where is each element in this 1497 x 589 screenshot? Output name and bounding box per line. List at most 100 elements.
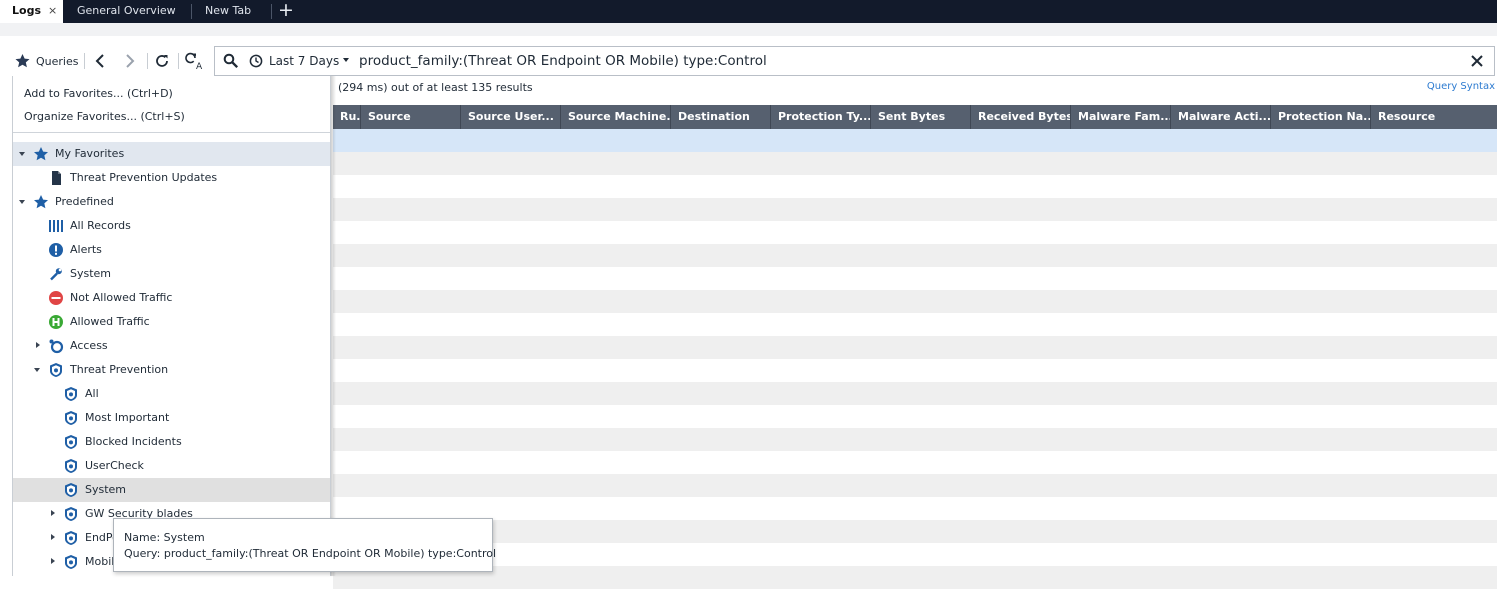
shield-icon <box>63 506 79 522</box>
tree-item[interactable]: UserCheck <box>13 454 330 478</box>
tree-item[interactable]: My Favorites <box>13 142 330 166</box>
column-header[interactable]: Protection Na... <box>1271 105 1371 129</box>
table-row[interactable] <box>333 175 1497 198</box>
collapse-arrow-icon[interactable] <box>18 190 28 214</box>
results-summary: (294 ms) out of at least 135 results <box>338 81 533 94</box>
tree-item-label: Most Important <box>85 411 170 424</box>
tree-item[interactable]: System <box>13 478 330 502</box>
refresh-button[interactable] <box>150 46 174 76</box>
collapse-arrow-icon[interactable] <box>18 142 28 166</box>
table-row[interactable] <box>333 474 1497 497</box>
table-row[interactable] <box>333 566 1497 589</box>
tree-item[interactable]: Access <box>13 334 330 358</box>
column-header[interactable]: Source <box>361 105 461 129</box>
tree-item[interactable]: Most Important <box>13 406 330 430</box>
tree-item[interactable]: Not Allowed Traffic <box>13 286 330 310</box>
tree-item[interactable]: System <box>13 262 330 286</box>
forward-button[interactable] <box>118 46 142 76</box>
table-row[interactable] <box>333 313 1497 336</box>
column-header[interactable]: Malware Acti... <box>1171 105 1271 129</box>
toolbar-separator <box>178 53 179 69</box>
tooltip-name: Name: System <box>124 531 205 544</box>
tab-separator <box>271 4 272 19</box>
wrench-icon <box>48 266 64 282</box>
add-tab-icon[interactable]: + <box>277 0 295 23</box>
triangle-icon <box>51 558 55 564</box>
table-row[interactable] <box>333 382 1497 405</box>
grid-body <box>333 129 1497 589</box>
tree-item[interactable]: Predefined <box>13 190 330 214</box>
tree-item[interactable]: Allowed Traffic <box>13 310 330 334</box>
tree-item-label: All <box>85 387 99 400</box>
queries-label: Queries <box>36 54 79 68</box>
tab-general-overview-label: General Overview <box>77 4 176 17</box>
tab-logs-label: Logs <box>12 4 41 17</box>
table-row[interactable] <box>333 359 1497 382</box>
tree-item[interactable]: Threat Prevention <box>13 358 330 382</box>
query-syntax-link[interactable]: Query Syntax <box>1427 81 1495 92</box>
queries-button[interactable]: Queries <box>14 46 80 76</box>
table-row[interactable] <box>333 520 1497 543</box>
shield-icon <box>63 482 79 498</box>
organize-favorites-item[interactable]: Organize Favorites... (Ctrl+S) <box>24 110 185 123</box>
column-header[interactable]: Ru... <box>333 105 361 129</box>
back-button[interactable] <box>88 46 112 76</box>
search-icon[interactable] <box>223 53 239 69</box>
back-icon <box>95 54 104 68</box>
clear-icon[interactable] <box>1468 52 1486 70</box>
table-row[interactable] <box>333 152 1497 175</box>
shield-icon <box>63 386 79 402</box>
shield-icon <box>63 530 79 546</box>
tree-item-label: Blocked Incidents <box>85 435 182 448</box>
table-row[interactable] <box>333 497 1497 520</box>
query-search-bar[interactable]: Last 7 Days product_family:(Threat OR En… <box>214 46 1495 76</box>
table-row[interactable] <box>333 405 1497 428</box>
tree-item-label: Predefined <box>55 195 114 208</box>
query-tooltip: Name: System Query: product_family:(Thre… <box>113 518 496 572</box>
table-row[interactable] <box>333 244 1497 267</box>
tab-content-strip <box>0 23 1497 36</box>
tree-item-label: Not Allowed Traffic <box>70 291 173 304</box>
query-format-icon: A <box>185 52 203 70</box>
collapse-arrow-icon[interactable] <box>33 358 43 382</box>
column-header[interactable]: Source User... <box>461 105 561 129</box>
tab-close-icon[interactable]: × <box>48 0 57 22</box>
tree-item-label: All Records <box>70 219 131 232</box>
tree-item[interactable]: All Records <box>13 214 330 238</box>
column-header[interactable]: Sent Bytes <box>871 105 971 129</box>
refresh-icon <box>156 55 168 67</box>
column-header[interactable]: Source Machine... <box>561 105 671 129</box>
table-row[interactable] <box>333 290 1497 313</box>
toolbar-separator <box>147 53 148 69</box>
tab-general-overview[interactable]: General Overview <box>63 0 191 23</box>
column-header[interactable]: Destination <box>671 105 771 129</box>
table-row[interactable] <box>333 198 1497 221</box>
column-header[interactable]: Protection Ty... <box>771 105 871 129</box>
tree-item[interactable]: Threat Prevention Updates <box>13 166 330 190</box>
tree-item[interactable]: Alerts <box>13 238 330 262</box>
table-row[interactable] <box>333 267 1497 290</box>
expand-arrow-icon[interactable] <box>48 502 58 526</box>
time-range-dropdown[interactable]: Last 7 Days <box>247 47 353 75</box>
query-input[interactable]: product_family:(Threat OR Endpoint OR Mo… <box>359 47 767 75</box>
expand-arrow-icon[interactable] <box>33 334 43 358</box>
table-row[interactable] <box>333 451 1497 474</box>
access-icon <box>48 338 64 354</box>
tab-logs[interactable]: Logs × <box>0 0 63 23</box>
allowed-icon <box>48 314 64 330</box>
query-format-button[interactable]: A <box>182 46 208 76</box>
column-header[interactable]: Received Bytes <box>971 105 1071 129</box>
table-row[interactable] <box>333 336 1497 359</box>
tab-new-tab[interactable]: New Tab <box>192 0 270 23</box>
table-row[interactable] <box>333 543 1497 566</box>
expand-arrow-icon[interactable] <box>48 550 58 574</box>
expand-arrow-icon[interactable] <box>48 526 58 550</box>
table-row[interactable] <box>333 428 1497 451</box>
add-to-favorites-item[interactable]: Add to Favorites... (Ctrl+D) <box>24 87 173 100</box>
column-header[interactable]: Malware Fam... <box>1071 105 1171 129</box>
column-header[interactable]: Resource <box>1371 105 1497 129</box>
tree-item[interactable]: All <box>13 382 330 406</box>
table-row[interactable] <box>333 129 1497 152</box>
table-row[interactable] <box>333 221 1497 244</box>
tree-item[interactable]: Blocked Incidents <box>13 430 330 454</box>
